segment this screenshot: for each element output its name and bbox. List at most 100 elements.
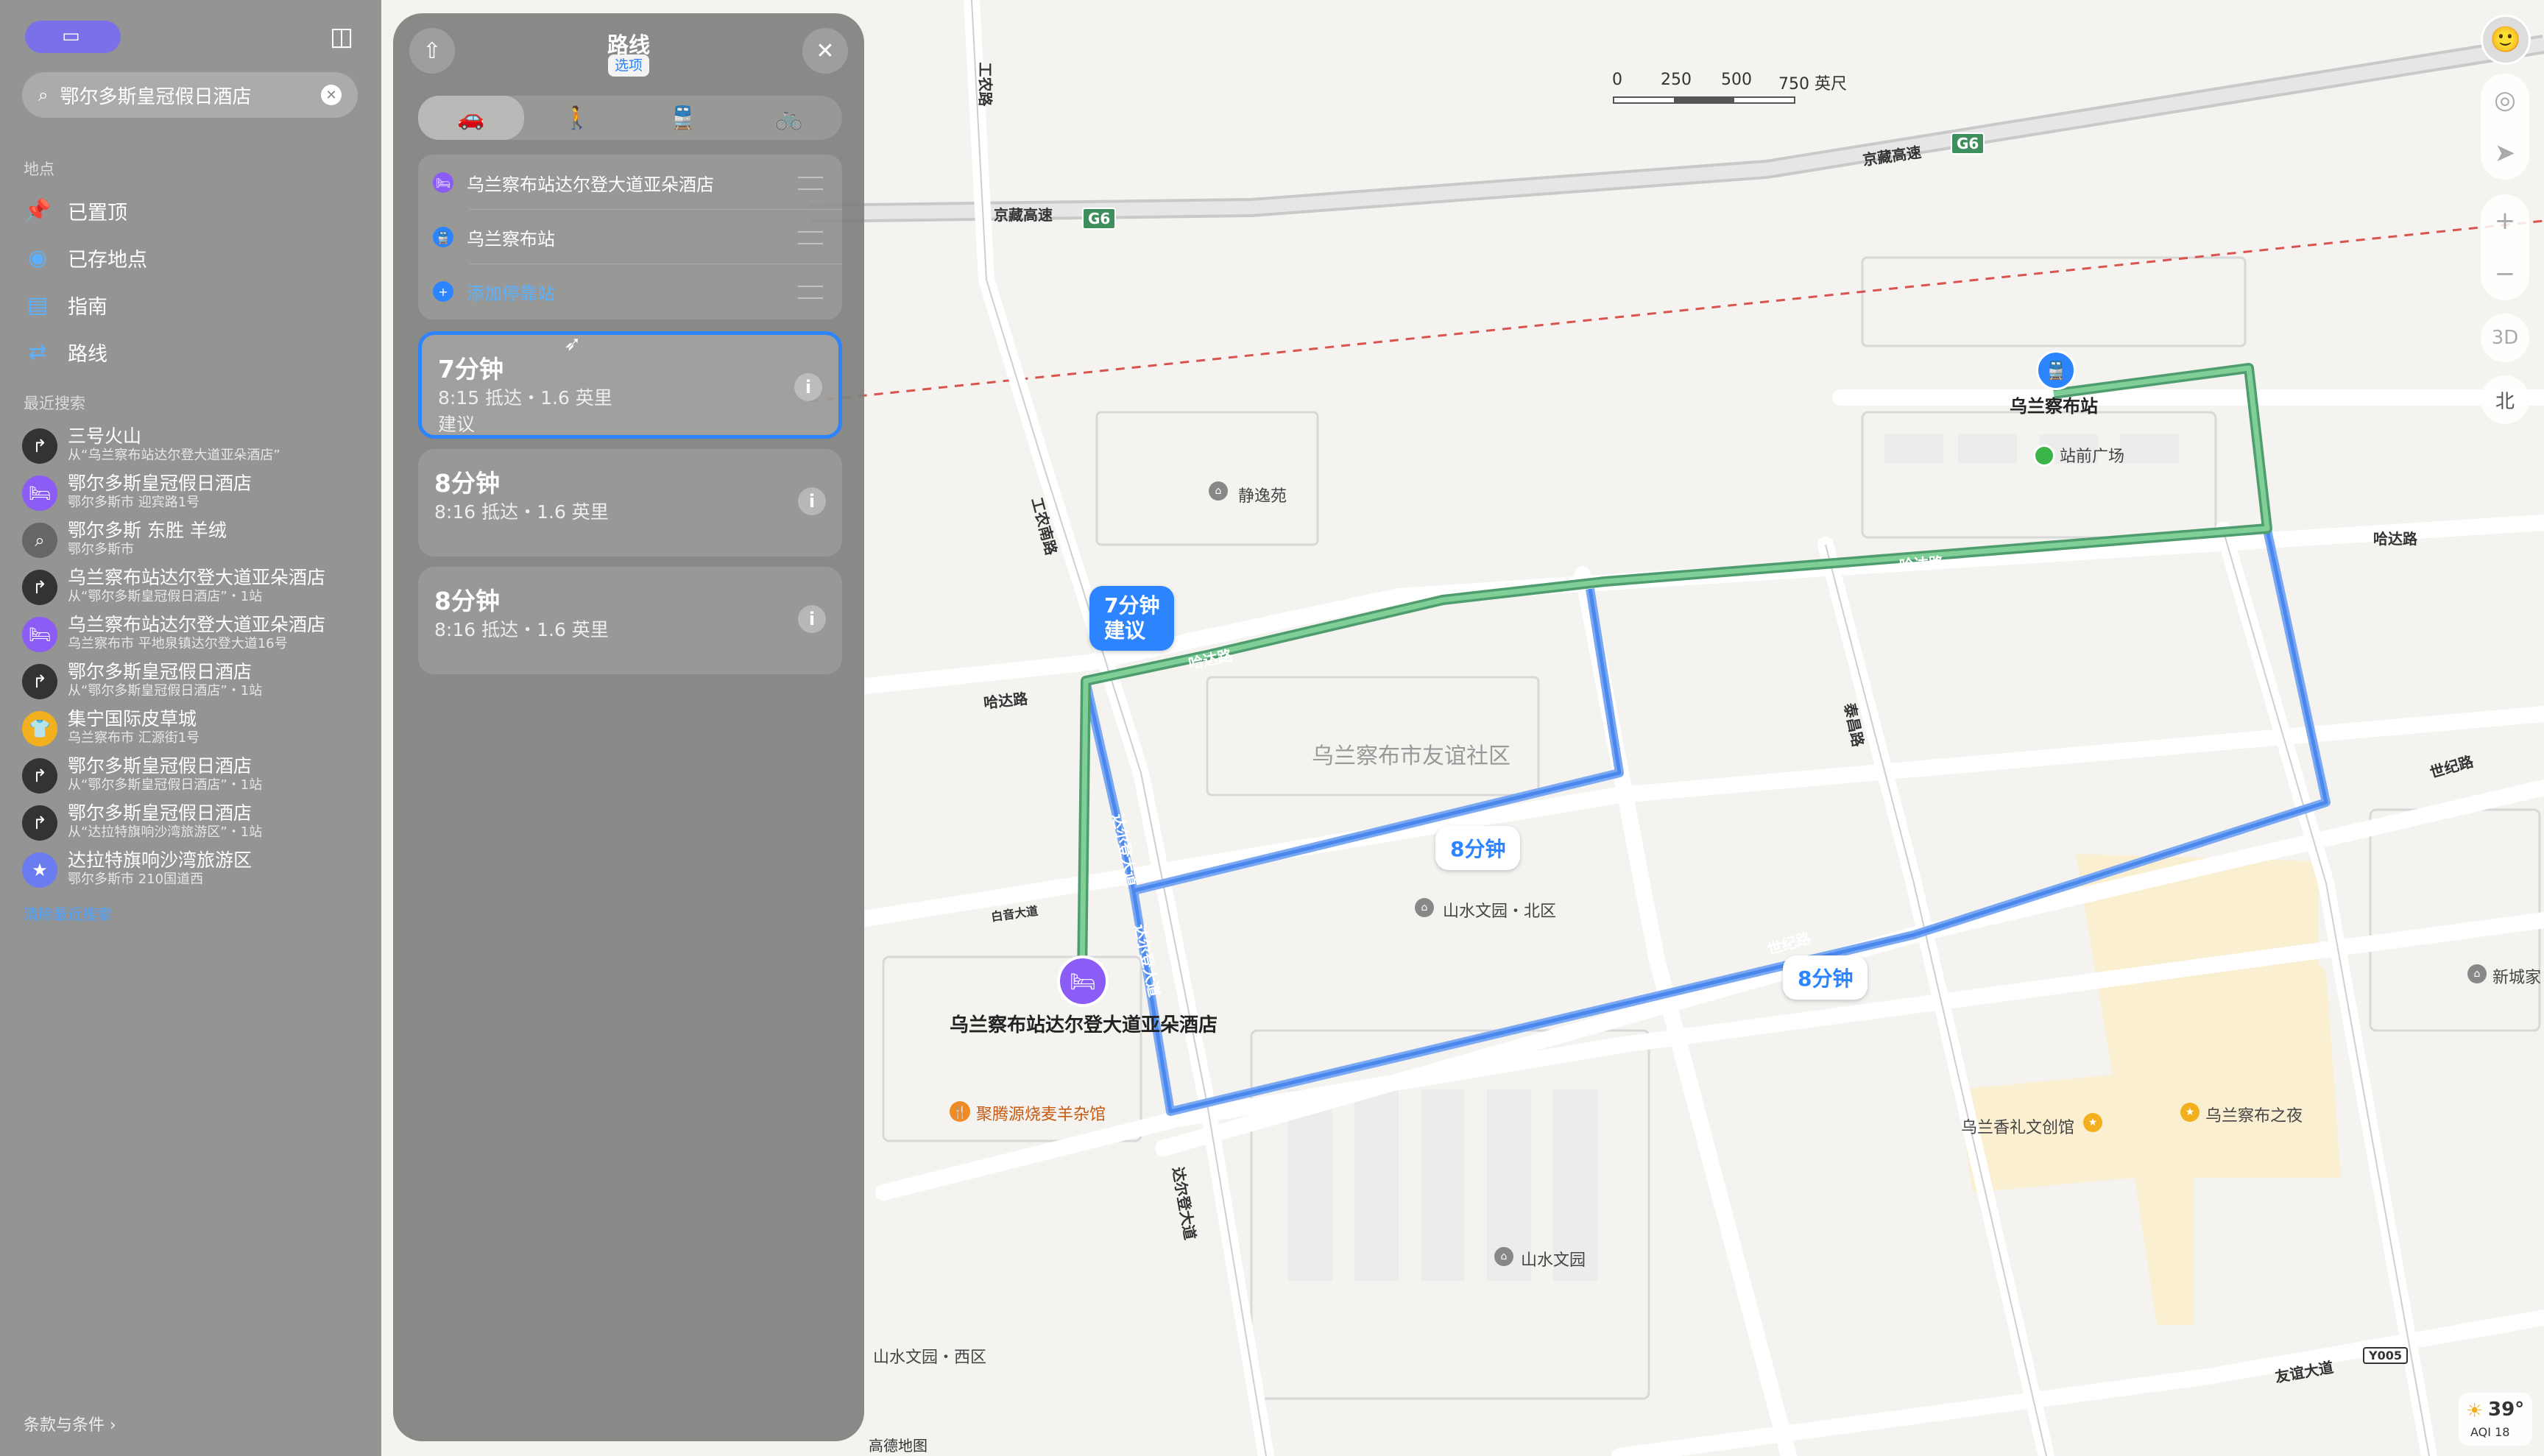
transport-mode-tabs: 🚗 🚶 🚆 🚲 [418,96,842,140]
drag-handle-icon[interactable] [798,231,823,244]
zoom-out-button[interactable]: − [2481,247,2529,300]
info-icon[interactable]: i [798,605,826,633]
sidebar-item-routes[interactable]: ⇄ 路线 [24,333,362,371]
recent-item[interactable]: ↱ 鄂尔多斯皇冠假日酒店 从“鄂尔多斯皇冠假日酒店”・1站 [22,755,368,801]
recent-item[interactable]: ⌕ 鄂尔多斯 东胜 羊绒 鄂尔多斯市 [22,520,368,565]
compass-button[interactable]: 北 [2481,375,2529,424]
globe-icon[interactable]: ◎ [2481,74,2529,127]
recent-item[interactable]: ↱ 鄂尔多斯皇冠假日酒店 从“鄂尔多斯皇冠假日酒店”・1站 [22,661,368,707]
stop-label: 乌兰察布站达尔登大道亚朵酒店 [467,174,714,195]
weather-aqi: AQI 18 [2470,1425,2510,1439]
car-icon: 🚗 [457,105,485,131]
poi-xincheng-label[interactable]: 新城家 [2492,964,2541,988]
close-button[interactable]: ✕ [802,28,848,74]
directions-icon: ↱ [22,570,57,605]
stop-divider [470,209,842,210]
recent-item-text: 集宁国际皮草城 乌兰察布市 汇源街1号 [68,708,199,746]
three-d-button[interactable]: 3D [2481,314,2529,362]
route-option-card[interactable]: 8分钟 8:16 抵达・1.6 英里 i [418,449,842,556]
sidebar-item-guides[interactable]: ▤ 指南 [24,286,362,324]
alt-route-bubble-2[interactable]: 8分钟 [1783,955,1868,1000]
poi-hotel-label[interactable]: 乌兰察布站达尔登大道亚朵酒店 [950,1010,1218,1037]
stop-origin[interactable]: 🛏 乌兰察布站达尔登大道亚朵酒店 [418,156,842,209]
search-field[interactable]: ⌕ ✕ [22,72,358,118]
recent-item[interactable]: 🛏 鄂尔多斯皇冠假日酒店 鄂尔多斯市 迎宾路1号 [22,473,368,518]
options-button[interactable]: 选项 [608,54,649,77]
recent-item[interactable]: 🛏 乌兰察布站达尔登大道亚朵酒店 乌兰察布市 平地泉镇达尔登大道16号 [22,614,368,660]
stop-destination[interactable]: 🚆 乌兰察布站 [418,211,842,264]
sun-icon: ☀ [2466,1400,2484,1422]
poi-station-label[interactable]: 乌兰察布站 [2010,392,2098,417]
selected-route-time: 7分钟 [1104,593,1160,618]
add-stop-button[interactable]: + 添加停靠站 [418,265,842,318]
xincheng-pin[interactable]: ⌂ [2467,964,2487,983]
poi-jingyi-label[interactable]: 静逸苑 [1238,483,1287,506]
poi-shanshui-north-label[interactable]: 山水文园・北区 [1443,898,1556,922]
route-option-card[interactable]: 7分钟 8:15 抵达・1.6 英里 建议 i [418,331,842,439]
recent-item-text: 鄂尔多斯皇冠假日酒店 鄂尔多斯市 迎宾路1号 [68,473,252,511]
directions-icon: ↱ [22,805,57,841]
info-icon[interactable]: i [794,373,822,401]
poi-shanshui-west-label[interactable]: 山水文园・西区 [873,1344,986,1368]
drag-handle-icon[interactable] [798,177,823,190]
map-canvas[interactable]: 京藏高速 京藏高速 G6 G6 工农路 工农南路 哈达路 哈达路 哈达路 哈达路… [0,0,2544,1456]
sidebar-item-label: 指南 [68,295,107,319]
terms-link[interactable]: 条款与条件 › [24,1412,116,1435]
weather-widget[interactable]: ☀ 39° AQI 18 [2459,1393,2532,1446]
recent-item[interactable]: ↱ 乌兰察布站达尔登大道亚朵酒店 从“鄂尔多斯皇冠假日酒店”・1站 [22,567,368,612]
shanshui-north-pin[interactable]: ⌂ [1415,898,1434,917]
recent-item[interactable]: 👕 集宁国际皮草城 乌兰察布市 汇源街1号 [22,708,368,754]
location-arrow-icon[interactable]: ➤ [2481,127,2529,180]
road-label-hada-3: 哈达路 [2373,530,2417,548]
restaurant-pin[interactable]: 🍴 [950,1101,970,1122]
mode-bike-tab[interactable]: 🚲 [736,96,842,140]
train-icon: 🚆 [669,105,697,131]
poi-xiangli-label[interactable]: 乌兰香礼文创馆 [1961,1114,2074,1138]
mode-transit-tab[interactable]: 🚆 [630,96,736,140]
poi-shanshui-label[interactable]: 山水文园 [1521,1247,1586,1271]
recent-item[interactable]: ↱ 三号火山 从“乌兰察布站达尔登大道亚朵酒店” [22,425,368,471]
recent-item-subtitle: 从“达拉特旗响沙湾旅游区”・1站 [68,824,263,840]
road-label-y005: Y005 [2363,1347,2408,1364]
poi-night-label[interactable]: 乌兰察布之夜 [2205,1103,2303,1126]
night-pin[interactable]: ★ [2180,1103,2200,1122]
recent-item[interactable]: ↱ 鄂尔多斯皇冠假日酒店 从“达拉特旗响沙湾旅游区”・1站 [22,802,368,848]
search-input[interactable] [58,83,321,107]
clear-recents-link[interactable]: 清除最近搜索 [24,902,112,924]
landmark-icon: ★ [22,852,57,888]
mode-drive-tab[interactable]: 🚗 [418,96,524,140]
saved-places-icon: ◉ [27,244,48,271]
recent-item-subtitle: 乌兰察布市 平地泉镇达尔登大道16号 [68,636,288,651]
xiangli-pin[interactable]: ★ [2083,1113,2102,1132]
selected-route-bubble[interactable]: 7分钟 建议 [1089,586,1175,651]
route-arrival-distance: 8:16 抵达・1.6 英里 [434,619,609,640]
train-station-pin[interactable]: 🚆 [2036,350,2076,390]
sidebar-item-pinned[interactable]: 📌 已置顶 [24,191,362,230]
sidebar-item-saved[interactable]: ◉ 已存地点 [24,238,362,277]
alt-route-bubble-1[interactable]: 8分钟 [1435,826,1521,870]
shanshui-pin[interactable]: ⌂ [1494,1247,1513,1266]
plaza-pin[interactable] [2033,445,2055,467]
info-icon[interactable]: i [798,487,826,515]
route-duration: 8分钟 [434,469,500,498]
drag-handle-icon [798,286,823,299]
hotel-pin[interactable]: 🛏 [1057,955,1109,1007]
route-option-card[interactable]: 8分钟 8:16 抵达・1.6 英里 i [418,567,842,674]
sidebar-toggle-button[interactable]: ◫ [321,19,365,56]
mode-walk-tab[interactable]: 🚶 [524,96,630,140]
jingyi-pin[interactable]: ⌂ [1209,481,1228,501]
user-avatar[interactable]: 🙂 [2481,15,2531,65]
recent-item[interactable]: ★ 达拉特旗响沙湾旅游区 鄂尔多斯市 210国道西 [22,849,368,895]
route-arrival-distance: 8:16 抵达・1.6 英里 [434,501,609,523]
recent-item-title: 乌兰察布站达尔登大道亚朵酒店 [68,567,326,588]
clear-search-icon[interactable]: ✕ [321,85,342,105]
zoom-in-button[interactable]: + [2481,194,2529,247]
directions-icon: ↱ [22,758,57,794]
sidebar-mode-button[interactable]: ▭ [25,21,121,53]
poi-restaurant-label[interactable]: 聚腾源烧麦羊杂馆 [976,1101,1106,1125]
route-arrival-distance: 8:15 抵达・1.6 英里 [438,387,612,409]
recent-item-title: 鄂尔多斯皇冠假日酒店 [68,661,252,682]
recent-item-text: 乌兰察布站达尔登大道亚朵酒店 乌兰察布市 平地泉镇达尔登大道16号 [68,614,325,652]
poi-plaza-label[interactable]: 站前广场 [2060,443,2124,467]
road-label-g6-1: G6 [1082,208,1117,230]
